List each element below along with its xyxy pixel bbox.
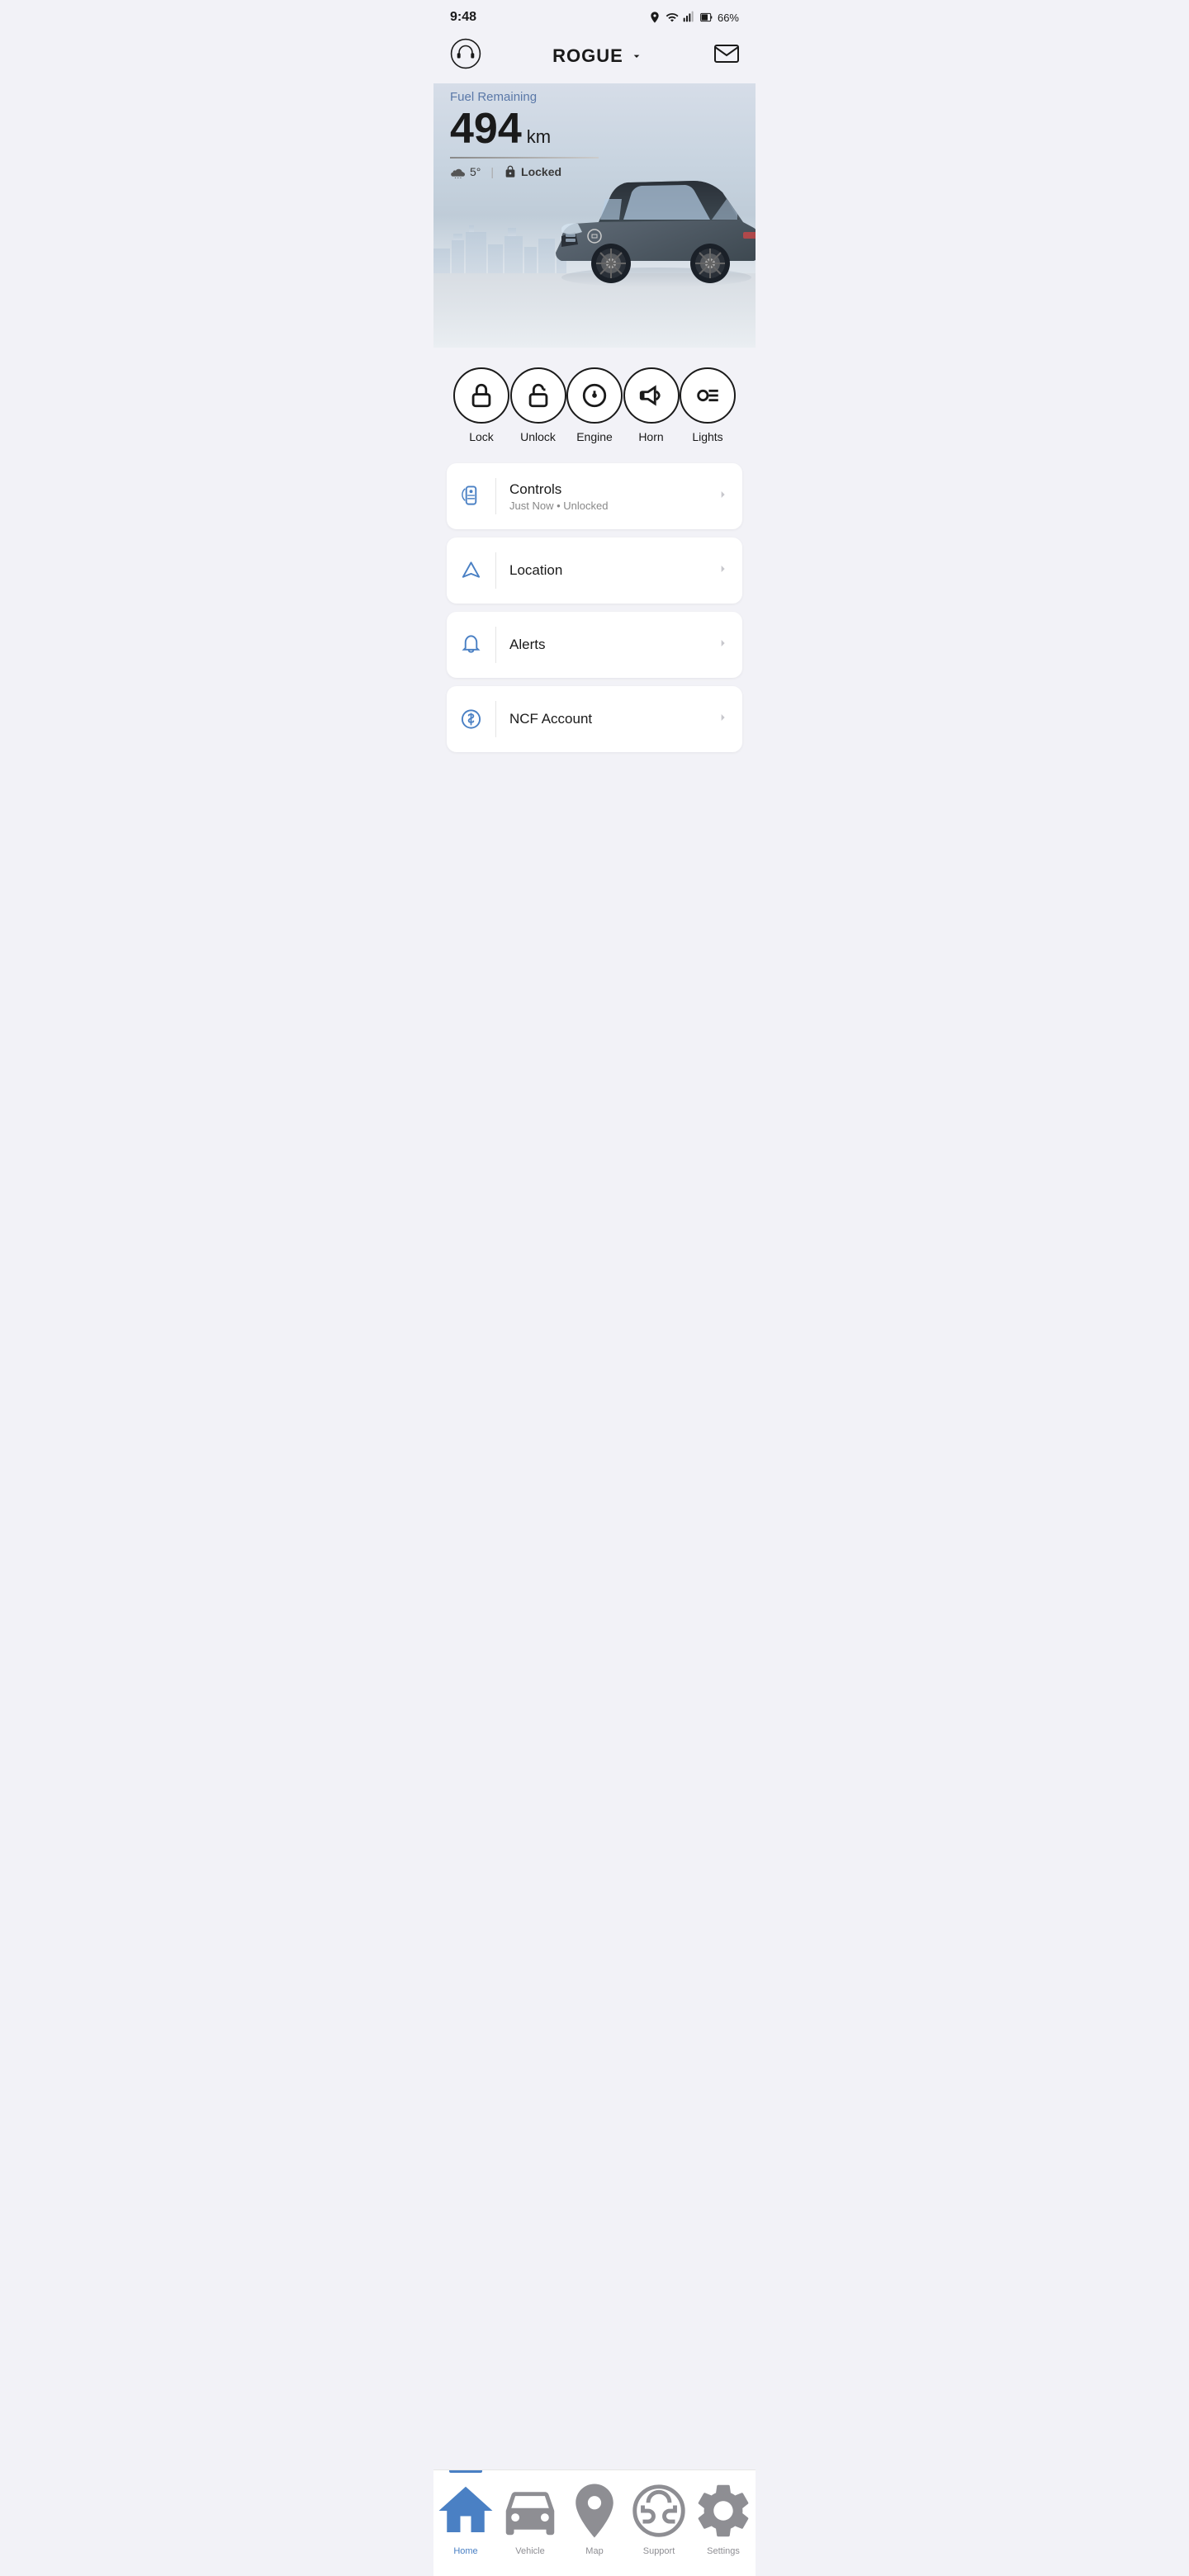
dollar-circle-icon	[460, 708, 482, 731]
signal-icon	[683, 11, 696, 24]
engine-button[interactable]: Engine	[566, 367, 623, 443]
nav-map[interactable]: Map	[562, 2479, 627, 2556]
lock-status-text: Locked	[521, 165, 561, 178]
bottom-nav: Home Vehicle Map Support Settings	[433, 2469, 756, 2576]
engine-label: Engine	[576, 430, 613, 443]
alerts-icon-wrapper	[460, 627, 496, 663]
nav-support[interactable]: Support	[627, 2479, 691, 2556]
app-header: ROGUE	[433, 31, 756, 83]
fuel-unit: km	[527, 128, 551, 146]
vehicle-selector[interactable]: ROGUE	[552, 45, 643, 67]
vehicle-nav-label: Vehicle	[515, 2546, 544, 2556]
home-icon	[433, 2479, 498, 2543]
horn-circle	[623, 367, 680, 424]
hero-section: Fuel Remaining 494 km 5° |	[433, 83, 756, 348]
controls-menu-content: Controls Just Now • Unlocked	[509, 481, 703, 512]
menu-item-ncf[interactable]: NCF Account	[447, 686, 742, 752]
vehicle-icon	[498, 2479, 562, 2543]
home-nav-label: Home	[453, 2546, 477, 2556]
fuel-divider	[450, 157, 599, 159]
engine-circle	[566, 367, 623, 424]
lock-btn-icon	[467, 381, 495, 410]
weather-info: 5°	[450, 165, 481, 178]
lights-circle	[680, 367, 736, 424]
menu-item-controls[interactable]: Controls Just Now • Unlocked	[447, 463, 742, 529]
lock-button[interactable]: Lock	[453, 367, 509, 443]
unlock-circle	[510, 367, 566, 424]
support-button[interactable]	[450, 38, 481, 73]
chevron-right-icon-2	[716, 562, 729, 575]
unlock-label: Unlock	[520, 430, 556, 443]
ncf-chevron	[716, 711, 729, 728]
fuel-info: Fuel Remaining 494 km 5° |	[450, 83, 739, 178]
status-divider: |	[490, 165, 494, 178]
unlock-btn-icon	[524, 381, 552, 410]
fuel-label: Fuel Remaining	[450, 90, 739, 104]
support-nav-icon	[627, 2479, 691, 2543]
horn-button[interactable]: Horn	[623, 367, 680, 443]
horn-btn-icon	[637, 381, 666, 410]
temperature: 5°	[470, 165, 481, 178]
menu-item-location[interactable]: Location	[447, 537, 742, 604]
settings-nav-label: Settings	[707, 2546, 740, 2556]
status-icons: 66%	[648, 11, 739, 24]
support-nav-label: Support	[643, 2546, 675, 2556]
lock-label: Lock	[469, 430, 494, 443]
map-icon	[562, 2479, 627, 2543]
battery-percentage: 66%	[718, 12, 739, 24]
ncf-menu-title: NCF Account	[509, 711, 703, 727]
wifi-icon	[666, 11, 679, 24]
ncf-icon-wrapper	[460, 701, 496, 737]
lights-btn-icon	[694, 381, 722, 410]
vehicle-name: ROGUE	[552, 45, 623, 67]
horn-label: Horn	[638, 430, 663, 443]
chevron-right-icon-3	[716, 637, 729, 650]
menu-section: Controls Just Now • Unlocked Location	[433, 457, 756, 765]
location-status-icon	[648, 11, 661, 24]
battery-icon	[700, 11, 713, 24]
lock-circle	[453, 367, 509, 424]
location-menu-content: Location	[509, 562, 703, 579]
location-icon-wrapper	[460, 552, 496, 589]
lights-button[interactable]: Lights	[680, 367, 736, 443]
alerts-menu-title: Alerts	[509, 637, 703, 653]
status-bar: 9:48 66%	[433, 0, 756, 31]
fuel-value: 494 km	[450, 107, 739, 150]
chevron-down-icon	[630, 50, 643, 63]
map-nav-label: Map	[585, 2546, 603, 2556]
chevron-right-icon	[716, 488, 729, 501]
navigation-icon	[460, 559, 482, 582]
location-chevron	[716, 562, 729, 580]
unlock-button[interactable]: Unlock	[510, 367, 566, 443]
controls-menu-title: Controls	[509, 481, 703, 498]
control-buttons: Lock Unlock Engine	[450, 367, 739, 443]
bell-icon	[460, 633, 482, 656]
nav-home[interactable]: Home	[433, 2479, 498, 2556]
home-active-indicator	[449, 2470, 482, 2473]
menu-item-alerts[interactable]: Alerts	[447, 612, 742, 678]
lights-label: Lights	[692, 430, 722, 443]
mail-button[interactable]	[714, 45, 739, 67]
chevron-right-icon-4	[716, 711, 729, 724]
settings-icon	[691, 2479, 756, 2543]
status-time: 9:48	[450, 10, 476, 25]
weather-icon	[450, 165, 467, 178]
nav-settings[interactable]: Settings	[691, 2479, 756, 2556]
alerts-menu-content: Alerts	[509, 637, 703, 653]
vehicle-status: 5° | Locked	[450, 165, 739, 178]
controls-chevron	[716, 488, 729, 505]
location-menu-title: Location	[509, 562, 703, 579]
ncf-menu-content: NCF Account	[509, 711, 703, 727]
remote-icon	[460, 485, 482, 508]
lock-icon-status	[504, 165, 517, 178]
lock-status: Locked	[504, 165, 561, 178]
engine-btn-icon	[580, 381, 609, 410]
nav-vehicle[interactable]: Vehicle	[498, 2479, 562, 2556]
controls-menu-subtitle: Just Now • Unlocked	[509, 500, 703, 512]
controls-icon-wrapper	[460, 478, 496, 514]
alerts-chevron	[716, 637, 729, 654]
controls-section: Lock Unlock Engine	[433, 348, 756, 457]
